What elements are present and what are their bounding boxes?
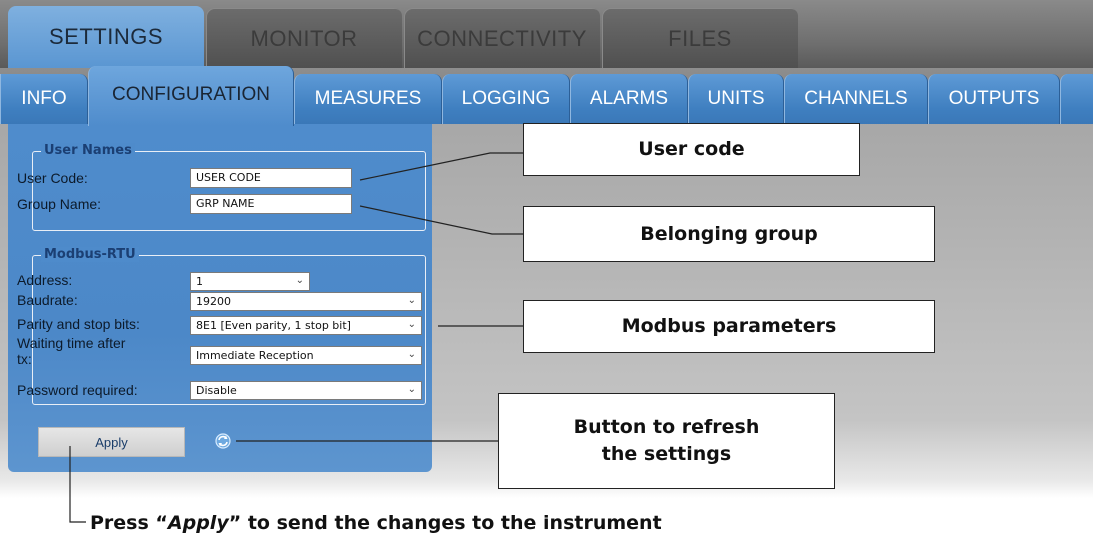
password-required-select[interactable]: Disable ⌄: [190, 381, 422, 400]
note-emphasis: Apply: [167, 512, 229, 534]
subtab-measures-label: MEASURES: [314, 88, 422, 109]
password-required-label: Password required:: [17, 382, 138, 398]
modbus-parameters-callout: Modbus parameters: [523, 300, 935, 353]
user-names-legend: User Names: [41, 143, 135, 158]
address-select[interactable]: 1 ⌄: [190, 272, 310, 291]
subtab-info[interactable]: INFO: [0, 74, 88, 124]
tab-connectivity-label: CONNECTIVITY: [417, 26, 587, 51]
waiting-time-value: Immediate Reception: [196, 349, 314, 362]
chevron-down-icon: ⌄: [407, 384, 416, 395]
chevron-down-icon: ⌄: [407, 349, 416, 360]
group-name-input[interactable]: GRP NAME: [190, 194, 352, 214]
user-code-input[interactable]: USER CODE: [190, 168, 352, 188]
chevron-down-icon: ⌄: [295, 275, 304, 286]
belonging-group-callout: Belonging group: [523, 206, 935, 262]
parity-select[interactable]: 8E1 [Even parity, 1 stop bit] ⌄: [190, 316, 422, 335]
subtab-alarms[interactable]: ALARMS: [570, 74, 688, 124]
baudrate-label: Baudrate:: [17, 292, 78, 308]
waiting-time-select[interactable]: Immediate Reception ⌄: [190, 346, 422, 365]
refresh-callout-line-2: the settings: [601, 443, 732, 465]
subtab-units[interactable]: UNITS: [688, 74, 784, 124]
subtab-outputs-label: OUTPUTS: [948, 88, 1040, 109]
parity-label: Parity and stop bits:: [17, 316, 140, 332]
tab-settings-label: SETTINGS: [48, 24, 163, 49]
address-label: Address:: [17, 272, 73, 288]
subtab-configuration[interactable]: CONFIGURATION: [88, 66, 294, 126]
subtab-channels-label: CHANNELS: [804, 88, 908, 109]
user-code-label: User Code:: [17, 170, 88, 186]
baudrate-value: 19200: [196, 295, 231, 308]
configuration-panel: User Names User Code: USER CODE Group Na…: [8, 124, 432, 472]
refresh-callout-line-1: Button to refresh: [573, 416, 760, 438]
password-required-value: Disable: [196, 384, 237, 397]
subtab-channels[interactable]: CHANNELS: [784, 74, 928, 124]
apply-button[interactable]: Apply: [38, 427, 185, 457]
refresh-icon[interactable]: [214, 432, 232, 450]
subtab-configuration-label: CONFIGURATION: [112, 84, 270, 105]
subtab-outputs[interactable]: OUTPUTS: [928, 74, 1060, 124]
note-suffix: ” to send the changes to the instrument: [228, 512, 662, 534]
tab-monitor[interactable]: MONITOR: [206, 8, 402, 68]
waiting-time-label-2: tx:: [17, 351, 32, 367]
chevron-down-icon: ⌄: [407, 295, 416, 306]
subtab-logging-label: LOGGING: [461, 88, 551, 109]
tab-connectivity[interactable]: CONNECTIVITY: [404, 8, 600, 68]
refresh-callout: Button to refresh the settings: [498, 393, 835, 489]
waiting-time-label: Waiting time after: [17, 335, 126, 351]
tab-files[interactable]: FILES: [602, 8, 798, 68]
subtab-logging[interactable]: LOGGING: [442, 74, 570, 124]
note-prefix: Press “: [90, 512, 168, 534]
user-names-group: User Names: [32, 143, 426, 231]
baudrate-select[interactable]: 19200 ⌄: [190, 292, 422, 311]
subtab-info-label: INFO: [21, 88, 67, 109]
address-value: 1: [196, 275, 203, 288]
apply-instruction-note: Press “Apply” to send the changes to the…: [90, 512, 662, 534]
parity-value: 8E1 [Even parity, 1 stop bit]: [196, 319, 351, 332]
modbus-rtu-legend: Modbus-RTU: [41, 247, 139, 262]
tab-monitor-label: MONITOR: [250, 26, 358, 51]
subtab-measures[interactable]: MEASURES: [294, 74, 442, 124]
chevron-down-icon: ⌄: [407, 319, 416, 330]
tab-settings[interactable]: SETTINGS: [8, 6, 204, 68]
subtab-units-label: UNITS: [707, 88, 765, 109]
subtab-overflow[interactable]: [1060, 74, 1093, 124]
group-name-label: Group Name:: [17, 196, 102, 212]
tab-files-label: FILES: [668, 26, 732, 51]
subtab-alarms-label: ALARMS: [589, 88, 669, 109]
user-code-callout: User code: [523, 123, 860, 176]
